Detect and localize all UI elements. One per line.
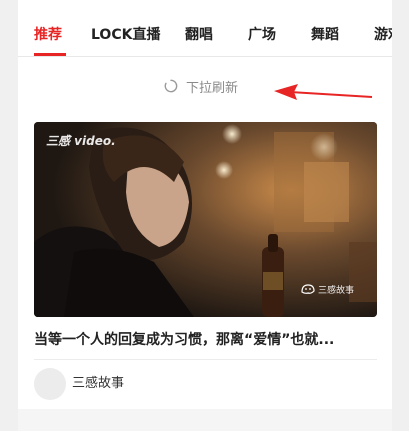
category-tab-bar: 推荐 LOCK直播 翻唱 广场 舞蹈 游戏 xyxy=(18,0,392,57)
tab-recommend[interactable]: 推荐 xyxy=(34,26,62,44)
video-title[interactable]: 当等一个人的回复成为习惯，那离“爱情”也就... xyxy=(34,330,377,350)
author-name[interactable]: 三感故事 xyxy=(72,376,124,392)
tab-game[interactable]: 游戏 xyxy=(374,26,392,44)
tab-lock-live[interactable]: LOCK直播 xyxy=(91,26,160,44)
red-arrow-icon xyxy=(274,84,373,100)
watermark-top: 三感 video. xyxy=(46,134,116,148)
video-thumbnail[interactable]: 三感 video. 三感故事 xyxy=(34,122,377,317)
tab-cover[interactable]: 翻唱 xyxy=(185,26,213,44)
tab-square[interactable]: 广场 xyxy=(248,26,276,44)
tab-dance[interactable]: 舞蹈 xyxy=(311,26,339,44)
avatar[interactable] xyxy=(34,368,66,400)
feed-separator xyxy=(18,409,392,431)
app-frame: 推荐 LOCK直播 翻唱 广场 舞蹈 游戏 下拉刷新 xyxy=(18,0,392,431)
pull-to-refresh-label: 下拉刷新 xyxy=(186,80,239,96)
watermark-bottom: 三感故事 xyxy=(300,282,354,296)
pull-to-refresh: 下拉刷新 xyxy=(164,77,239,96)
active-tab-indicator xyxy=(34,53,66,56)
loading-spinner-icon xyxy=(164,79,178,93)
card-divider xyxy=(34,359,377,360)
watermark-bottom-text: 三感故事 xyxy=(318,285,355,296)
watermark-logo-icon xyxy=(301,284,315,294)
